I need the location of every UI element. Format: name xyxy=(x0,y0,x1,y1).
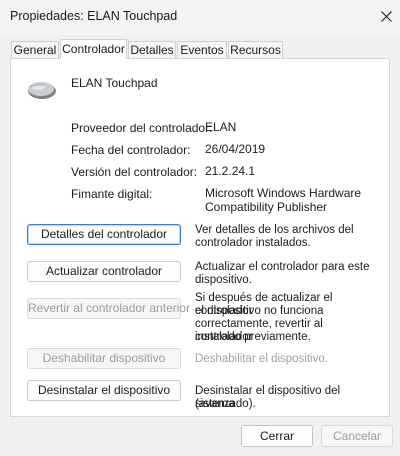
date-label: Fecha del controlador: xyxy=(71,143,191,157)
disable-device-desc: Deshabilitar el dispositivo. xyxy=(195,353,328,365)
signature-value-line2: Compatibility Publisher xyxy=(205,200,328,214)
tab-recursos[interactable]: Recursos xyxy=(228,41,283,58)
uninstall-device-desc-2: (avanzado). xyxy=(195,398,256,410)
signature-value-line1: Microsoft Windows Hardware xyxy=(205,186,362,200)
touchpad-mouse-icon xyxy=(26,79,58,104)
title-bar: Propiedades: ELAN Touchpad xyxy=(0,0,400,34)
rollback-driver-desc-4: instalado previamente. xyxy=(195,331,311,343)
driver-details-desc-2: controlador instalados. xyxy=(195,237,311,249)
update-driver-desc-1: Actualizar el controlador para este xyxy=(195,261,370,273)
version-value: 21.2.24.1 xyxy=(205,164,256,178)
disable-device-button[interactable]: Deshabilitar dispositivo xyxy=(27,348,181,369)
version-label: Versión del controlador: xyxy=(71,165,198,179)
uninstall-device-button[interactable]: Desinstalar el dispositivo xyxy=(27,380,181,401)
date-value: 26/04/2019 xyxy=(205,142,266,156)
tab-eventos[interactable]: Eventos xyxy=(177,41,227,58)
properties-dialog: Propiedades: ELAN Touchpad General Contr… xyxy=(0,0,400,456)
provider-label: Proveedor del controlador: xyxy=(71,121,213,135)
rollback-driver-desc-2: el dispositivo no funciona xyxy=(195,305,324,317)
rollback-driver-button[interactable]: Revertir al controlador anterior xyxy=(27,298,190,319)
tab-controlador[interactable]: Controlador xyxy=(60,39,127,59)
driver-panel: ELAN Touchpad Proveedor del controlador:… xyxy=(10,58,390,417)
cancel-button[interactable]: Cancelar xyxy=(321,425,393,447)
signature-label: Fimante digital: xyxy=(71,187,153,201)
provider-value: ELAN xyxy=(205,120,237,134)
update-driver-desc-2: dispositivo. xyxy=(195,274,252,286)
close-dialog-button[interactable]: Cerrar xyxy=(241,425,313,447)
tab-detalles[interactable]: Detalles xyxy=(128,41,176,58)
update-driver-button[interactable]: Actualizar controlador xyxy=(27,261,181,282)
close-icon xyxy=(381,11,392,22)
close-button[interactable] xyxy=(372,2,400,32)
tab-general[interactable]: General xyxy=(11,41,59,58)
driver-details-button[interactable]: Detalles del controlador xyxy=(27,224,181,245)
window-title: Propiedades: ELAN Touchpad xyxy=(10,9,178,23)
tab-strip: General Controlador Detalles Eventos Rec… xyxy=(11,39,391,59)
driver-details-desc-1: Ver detalles de los archivos del xyxy=(195,224,354,236)
device-name: ELAN Touchpad xyxy=(71,76,158,90)
